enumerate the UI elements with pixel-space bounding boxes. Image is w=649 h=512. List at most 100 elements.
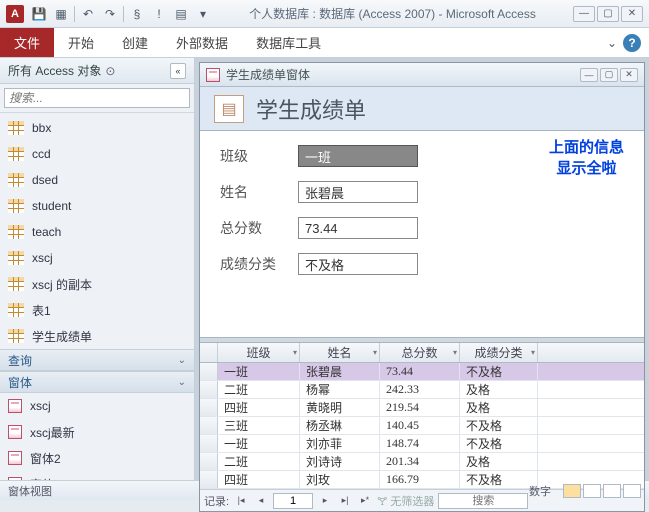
cell-score[interactable]: 148.74: [380, 435, 460, 452]
cell-score[interactable]: 242.33: [380, 381, 460, 398]
view-layout-button[interactable]: [603, 484, 621, 498]
row-selector[interactable]: [200, 381, 218, 398]
recnav-position-input[interactable]: [273, 493, 313, 509]
cell-class[interactable]: 四班: [218, 399, 300, 416]
cell-name[interactable]: 杨丞琳: [300, 417, 380, 434]
view-form-button[interactable]: [563, 484, 581, 498]
cell-category[interactable]: 不及格: [460, 435, 538, 452]
table-row[interactable]: 三班杨丞琳140.45不及格: [200, 417, 644, 435]
cell-class[interactable]: 四班: [218, 471, 300, 488]
cell-name[interactable]: 刘诗诗: [300, 453, 380, 470]
field-score[interactable]: 73.44: [298, 217, 418, 239]
ribbon-collapse-icon[interactable]: ⌄: [607, 36, 617, 50]
nav-item-table[interactable]: 表1: [0, 297, 194, 323]
save-icon[interactable]: 💾: [30, 5, 48, 23]
cell-class[interactable]: 一班: [218, 435, 300, 452]
nav-group-form[interactable]: 窗体 ⌄: [0, 371, 194, 393]
undo-icon[interactable]: ↶: [79, 5, 97, 23]
col-header-score[interactable]: 总分数▾: [380, 343, 460, 362]
cell-category[interactable]: 不及格: [460, 471, 538, 488]
cell-score[interactable]: 219.54: [380, 399, 460, 416]
cell-class[interactable]: 二班: [218, 453, 300, 470]
table-row[interactable]: 一班张碧晨73.44不及格: [200, 363, 644, 381]
nav-item-form[interactable]: 窗体2: [0, 445, 194, 471]
row-selector[interactable]: [200, 363, 218, 380]
row-selector[interactable]: [200, 417, 218, 434]
redo-icon[interactable]: ↷: [101, 5, 119, 23]
cell-score[interactable]: 73.44: [380, 363, 460, 380]
nav-item-table[interactable]: xscj: [0, 245, 194, 271]
nav-item-table[interactable]: bbx: [0, 115, 194, 141]
nav-dropdown-icon[interactable]: ⊙: [105, 64, 115, 78]
nav-item-form[interactable]: xscj: [0, 393, 194, 419]
field-category[interactable]: 不及格: [298, 253, 418, 275]
cell-category[interactable]: 及格: [460, 453, 538, 470]
cell-name[interactable]: 刘玫: [300, 471, 380, 488]
recnav-first-button[interactable]: |◂: [233, 493, 249, 509]
recnav-last-button[interactable]: ▸|: [337, 493, 353, 509]
field-class[interactable]: 一班: [298, 145, 418, 167]
row-selector[interactable]: [200, 435, 218, 452]
nav-group-query[interactable]: 查询 ⌄: [0, 349, 194, 371]
nav-item-table[interactable]: xscj 的副本: [0, 271, 194, 297]
col-header-name[interactable]: 姓名▾: [300, 343, 380, 362]
cell-category[interactable]: 不及格: [460, 417, 538, 434]
minimize-button[interactable]: —: [573, 6, 595, 22]
subwin-maximize-button[interactable]: ▢: [600, 68, 618, 82]
col-header-category[interactable]: 成绩分类▾: [460, 343, 538, 362]
tab-dbtools[interactable]: 数据库工具: [242, 28, 335, 57]
close-button[interactable]: ✕: [621, 6, 643, 22]
subwin-minimize-button[interactable]: —: [580, 68, 598, 82]
tab-home[interactable]: 开始: [54, 28, 108, 57]
nav-header[interactable]: 所有 Access 对象 ⊙ «: [0, 58, 194, 84]
field-name[interactable]: 张碧晨: [298, 181, 418, 203]
row-selector[interactable]: [200, 399, 218, 416]
nav-search-input[interactable]: [4, 88, 190, 108]
maximize-button[interactable]: ▢: [597, 6, 619, 22]
cell-name[interactable]: 张碧晨: [300, 363, 380, 380]
cell-score[interactable]: 166.79: [380, 471, 460, 488]
subwin-close-button[interactable]: ✕: [620, 68, 638, 82]
nav-item-table[interactable]: student: [0, 193, 194, 219]
cell-name[interactable]: 黄晓明: [300, 399, 380, 416]
cell-category[interactable]: 不及格: [460, 363, 538, 380]
table-row[interactable]: 二班刘诗诗201.34及格: [200, 453, 644, 471]
view-datasheet-button[interactable]: [583, 484, 601, 498]
warn-icon[interactable]: !: [150, 5, 168, 23]
row-selector[interactable]: [200, 453, 218, 470]
cell-score[interactable]: 201.34: [380, 453, 460, 470]
nav-item-table[interactable]: 学生成绩单: [0, 323, 194, 349]
row-selector[interactable]: [200, 471, 218, 488]
row-selector-header[interactable]: [200, 343, 218, 362]
table-icon[interactable]: ▤: [172, 5, 190, 23]
recnav-prev-button[interactable]: ◂: [253, 493, 269, 509]
cell-class[interactable]: 一班: [218, 363, 300, 380]
spell-icon[interactable]: §: [128, 5, 146, 23]
col-header-class[interactable]: 班级▾: [218, 343, 300, 362]
recnav-search-input[interactable]: [438, 493, 528, 509]
recnav-new-button[interactable]: ▸*: [357, 493, 373, 509]
nav-item-table[interactable]: teach: [0, 219, 194, 245]
cell-name[interactable]: 杨幂: [300, 381, 380, 398]
qat-dropdown-icon[interactable]: ▾: [194, 5, 212, 23]
recnav-filter-label[interactable]: 🝖 无筛选器: [377, 490, 434, 512]
tab-external[interactable]: 外部数据: [162, 28, 242, 57]
cell-category[interactable]: 及格: [460, 381, 538, 398]
nav-item-table[interactable]: ccd: [0, 141, 194, 167]
nav-item-form[interactable]: 窗体3: [0, 471, 194, 480]
cell-name[interactable]: 刘亦菲: [300, 435, 380, 452]
nav-item-form[interactable]: xscj最新: [0, 419, 194, 445]
nav-item-table[interactable]: dsed: [0, 167, 194, 193]
table-row[interactable]: 一班刘亦菲148.74不及格: [200, 435, 644, 453]
export-icon[interactable]: ▦: [52, 5, 70, 23]
tab-file[interactable]: 文件: [0, 28, 54, 57]
tab-create[interactable]: 创建: [108, 28, 162, 57]
nav-collapse-button[interactable]: «: [170, 63, 186, 79]
table-row[interactable]: 四班黄晓明219.54及格: [200, 399, 644, 417]
cell-score[interactable]: 140.45: [380, 417, 460, 434]
help-icon[interactable]: ?: [623, 34, 641, 52]
cell-category[interactable]: 及格: [460, 399, 538, 416]
cell-class[interactable]: 三班: [218, 417, 300, 434]
recnav-next-button[interactable]: ▸: [317, 493, 333, 509]
cell-class[interactable]: 二班: [218, 381, 300, 398]
